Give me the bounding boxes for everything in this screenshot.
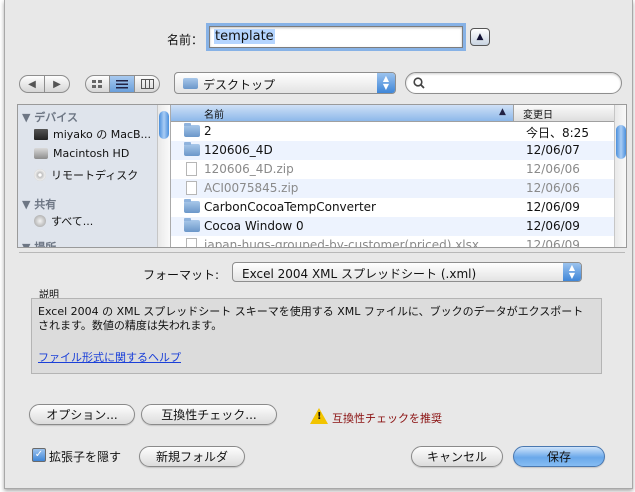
remote-disc-icon	[34, 169, 46, 181]
zip-file-icon	[186, 162, 197, 176]
file-row[interactable]: CarbonCocoaTempConverter 12/06/09	[171, 198, 615, 217]
format-popup[interactable]: Excel 2004 XML スプレッドシート (.xml) ▲ ▼	[232, 262, 582, 282]
save-dialog: 名前： template ▲ ◀ ▶ デスクトップ ▲ ▼ ▼ デバイス miya…	[4, 0, 633, 489]
sidebar-item-label: Macintosh HD	[53, 147, 130, 160]
file-date: 12/06/06	[526, 181, 580, 195]
sidebar-item-label: miyako の MacB...	[53, 128, 152, 141]
file-list-scroll-thumb[interactable]	[616, 125, 626, 159]
format-selected: Excel 2004 XML スプレッドシート (.xml)	[242, 267, 477, 281]
sidebar-item-all-shared[interactable]: すべて...	[34, 213, 93, 229]
column-header-name-label: 名前	[204, 110, 224, 121]
file-date: 12/06/09	[526, 200, 580, 214]
column-view-icon	[140, 79, 154, 89]
location-label: デスクトップ	[203, 78, 276, 92]
file-name: ACI0075845.zip	[204, 181, 299, 195]
save-button[interactable]: 保存	[513, 446, 605, 467]
file-name: CarbonCocoaTempConverter	[204, 200, 376, 214]
file-row[interactable]: 120606_4D 12/06/07	[171, 141, 615, 160]
list-view-icon	[116, 79, 128, 88]
back-button[interactable]: ◀	[19, 75, 45, 93]
file-browser: ▼ デバイス miyako の MacB... Macintosh HD リモー…	[17, 104, 627, 248]
file-name: Cocoa Window 0	[204, 219, 304, 233]
laptop-icon	[34, 128, 48, 140]
file-row: japan-hugs-grouped-by-customer(priced).x…	[171, 236, 615, 248]
sidebar-header-shared[interactable]: ▼ 共有	[22, 196, 56, 212]
sidebar: ▼ デバイス miyako の MacB... Macintosh HD リモー…	[18, 105, 171, 247]
column-header-name[interactable]: 名前 ▲	[171, 105, 514, 121]
folder-icon	[184, 199, 200, 213]
folder-icon	[184, 218, 200, 232]
separator	[19, 252, 625, 253]
sidebar-header-places[interactable]: ▼ 場所	[22, 239, 56, 247]
warning-text: 互換性チェックを推奨	[332, 412, 442, 425]
sidebar-item-macintosh-hd[interactable]: Macintosh HD	[34, 147, 129, 160]
column-header-date[interactable]: 変更日	[523, 106, 553, 121]
sidebar-item-label: リモートディスク	[51, 169, 139, 182]
format-help-link[interactable]: ファイル形式に関するヘルプ	[38, 349, 181, 365]
description-text: Excel 2004 の XML スプレッドシート スキーマを使用する XML …	[38, 305, 584, 332]
forward-button[interactable]: ▶	[44, 75, 70, 93]
sidebar-item-macbook[interactable]: miyako の MacB...	[34, 126, 151, 142]
folder-icon	[184, 142, 200, 156]
file-row: ACI0075845.zip 12/06/06	[171, 179, 615, 198]
filename-input[interactable]: template	[209, 26, 463, 48]
back-arrow-icon: ◀	[28, 78, 36, 90]
column-header: 名前 ▲ 変更日	[171, 105, 615, 122]
options-button[interactable]: オプション...	[29, 404, 135, 425]
expand-dialog-button[interactable]: ▲	[470, 28, 490, 46]
file-date: 12/06/09	[526, 219, 580, 233]
new-folder-button[interactable]: 新規フォルダ	[139, 446, 245, 467]
folder-icon	[184, 123, 200, 137]
sidebar-item-label: すべて...	[51, 215, 94, 228]
xlsx-file-icon	[186, 238, 197, 247]
file-date: 12/06/09	[526, 238, 580, 248]
file-name: japan-hugs-grouped-by-customer(priced).x…	[204, 238, 479, 248]
icon-view-button[interactable]	[85, 75, 110, 93]
popup-arrows-icon: ▲ ▼	[563, 263, 581, 281]
description-box: Excel 2004 の XML スプレッドシート スキーマを使用する XML …	[31, 298, 602, 374]
file-row: 120606_4D.zip 12/06/06	[171, 160, 615, 179]
warning-icon: !	[310, 408, 328, 424]
hide-extension-label[interactable]: 拡張子を隠す	[49, 448, 121, 465]
popup-arrows-icon: ▲ ▼	[377, 73, 395, 93]
forward-arrow-icon: ▶	[53, 78, 61, 90]
sort-ascending-icon: ▲	[499, 107, 506, 117]
sidebar-scroll-thumb[interactable]	[159, 111, 169, 139]
location-popup[interactable]: デスクトップ ▲ ▼	[174, 72, 396, 94]
column-view-button[interactable]	[134, 75, 160, 93]
search-icon	[413, 77, 425, 89]
file-date: 12/06/06	[526, 162, 580, 176]
disclosure-up-icon: ▲	[476, 32, 484, 42]
desktop-folder-icon	[183, 78, 198, 89]
file-row[interactable]: 2 今日、8:25	[171, 122, 615, 141]
file-name: 120606_4D	[204, 143, 273, 157]
format-label: フォーマット:	[143, 268, 220, 282]
network-icon	[34, 215, 46, 227]
file-list-scrollbar[interactable]	[614, 105, 626, 247]
sidebar-scrollbar[interactable]	[157, 105, 170, 247]
compatibility-check-button[interactable]: 互換性チェック...	[141, 404, 277, 425]
file-name: 2	[204, 124, 212, 138]
cancel-button[interactable]: キャンセル	[411, 446, 503, 467]
zip-file-icon	[186, 181, 197, 195]
icon-view-icon	[92, 79, 102, 88]
file-name: 120606_4D.zip	[204, 162, 294, 176]
search-input[interactable]	[428, 75, 617, 91]
sidebar-header-devices[interactable]: ▼ デバイス	[22, 109, 78, 125]
search-field[interactable]	[405, 72, 622, 94]
filename-label: 名前：	[167, 33, 204, 47]
hide-extension-checkbox[interactable]: ✓	[32, 448, 46, 462]
file-date: 12/06/07	[526, 143, 580, 157]
harddisk-icon	[34, 148, 48, 159]
file-row[interactable]: Cocoa Window 0 12/06/09	[171, 217, 615, 236]
file-date: 今日、8:25	[526, 126, 589, 140]
filename-value[interactable]: template	[214, 29, 275, 44]
list-view-button[interactable]	[109, 75, 135, 93]
sidebar-item-remote-disc[interactable]: リモートディスク	[34, 167, 138, 183]
